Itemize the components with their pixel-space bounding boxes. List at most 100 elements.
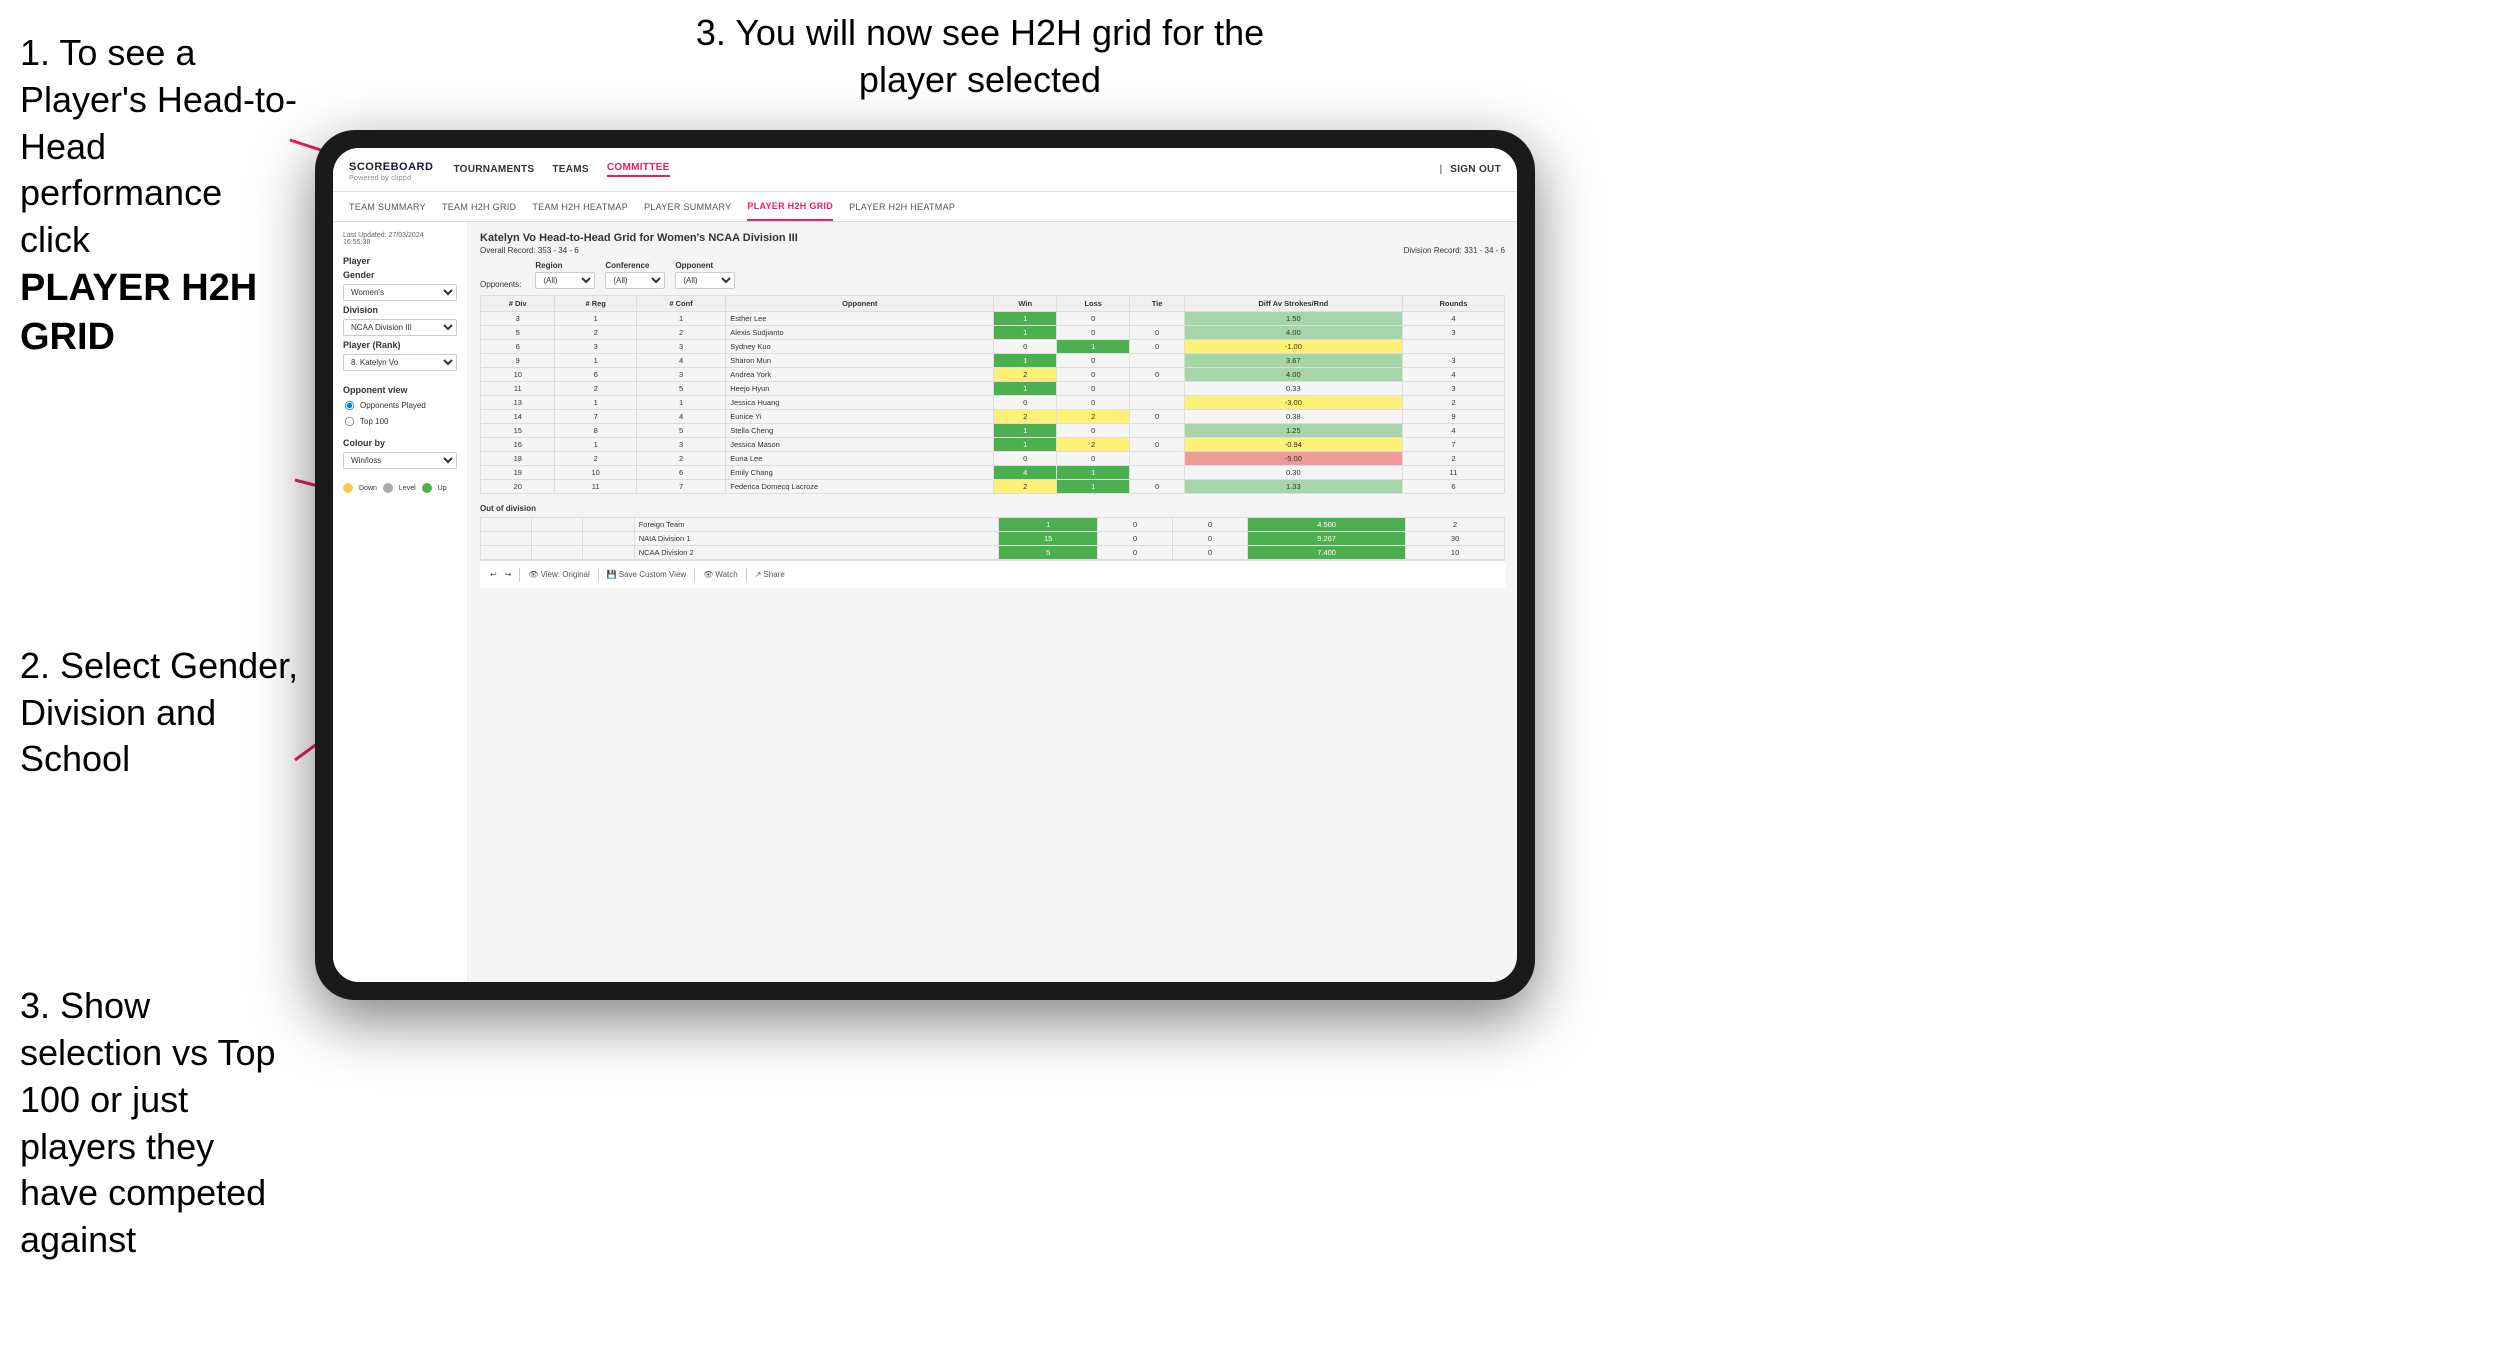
table-cell: 1 — [555, 438, 636, 452]
subnav-player-h2h-grid[interactable]: PLAYER H2H GRID — [747, 192, 833, 221]
subnav-player-h2h-heatmap[interactable]: PLAYER H2H HEATMAP — [849, 192, 955, 221]
main-content: Last Updated: 27/03/2024 16:55:38 Player… — [333, 222, 1517, 982]
sidebar-colour-select[interactable]: Win/loss — [343, 452, 457, 469]
filter-opponent-select[interactable]: (All) — [675, 272, 735, 289]
radio-top-100: Top 100 — [343, 415, 457, 428]
table-cell: 1 — [1057, 480, 1130, 494]
sidebar-gender-label: Gender — [343, 270, 457, 280]
ood-table-cell: 1 — [999, 518, 1098, 532]
watch-btn[interactable]: 👁 Watch — [703, 570, 738, 579]
table-cell: 0 — [1057, 382, 1130, 396]
table-cell: Alexis Sudjianto — [726, 326, 994, 340]
out-of-division-table: Foreign Team1004.5002NAIA Division 11500… — [480, 517, 1505, 560]
table-row: 1063Andrea York2004.004 — [481, 368, 1505, 382]
watch-label: Watch — [715, 570, 737, 579]
sidebar-division-select[interactable]: NCAA Division III — [343, 319, 457, 336]
save-custom-btn[interactable]: 💾 Save Custom View — [607, 570, 686, 579]
filter-row: Opponents: Region (All) Conference (All) — [480, 261, 1505, 289]
th-loss: Loss — [1057, 296, 1130, 312]
table-cell: 0.33 — [1184, 382, 1402, 396]
sidebar-gender-select[interactable]: Women's — [343, 284, 457, 301]
logo-text: SCOREBOARD — [349, 161, 433, 173]
table-cell: 8 — [555, 424, 636, 438]
save-icon: 💾 — [607, 570, 617, 579]
table-row: 1474Eunice Yi2200.389 — [481, 410, 1505, 424]
table-cell: 0.38 — [1184, 410, 1402, 424]
subnav-team-h2h-heatmap[interactable]: TEAM H2H HEATMAP — [532, 192, 628, 221]
filter-region-select[interactable]: (All) — [535, 272, 595, 289]
table-cell: 0 — [994, 396, 1057, 410]
table-cell: 3 — [481, 312, 555, 326]
undo-btn[interactable]: ↩ — [490, 570, 497, 579]
table-cell: -0.94 — [1184, 438, 1402, 452]
table-cell: 3 — [636, 368, 725, 382]
radio-top-100-input[interactable] — [345, 417, 354, 426]
ood-table-cell: 0 — [1173, 532, 1248, 546]
logo-sub: Powered by clippd — [349, 175, 433, 182]
table-cell: 4 — [636, 354, 725, 368]
sidebar-player-rank-label: Player (Rank) — [343, 340, 457, 350]
ood-table-row: Foreign Team1004.5002 — [481, 518, 1505, 532]
table-cell: 3 — [636, 438, 725, 452]
table-cell — [1130, 466, 1184, 480]
ood-table-cell: 0 — [1098, 532, 1173, 546]
table-cell: 16 — [481, 438, 555, 452]
th-conf: # Conf — [636, 296, 725, 312]
table-cell: 4 — [994, 466, 1057, 480]
nav-tournaments[interactable]: TOURNAMENTS — [453, 164, 534, 175]
sign-out-link[interactable]: Sign out — [1450, 164, 1501, 175]
table-cell: 3 — [1402, 354, 1504, 368]
table-row: 311Esther Lee101.504 — [481, 312, 1505, 326]
grid-title: Katelyn Vo Head-to-Head Grid for Women's… — [480, 232, 1505, 244]
app-header: SCOREBOARD Powered by clippd TOURNAMENTS… — [333, 148, 1517, 192]
grid-area: Katelyn Vo Head-to-Head Grid for Women's… — [468, 222, 1517, 982]
filter-conference-select[interactable]: (All) — [605, 272, 665, 289]
sub-nav: TEAM SUMMARY TEAM H2H GRID TEAM H2H HEAT… — [333, 192, 1517, 222]
table-cell: 6 — [636, 466, 725, 480]
table-cell: 2 — [636, 452, 725, 466]
sidebar-timestamp: Last Updated: 27/03/2024 16:55:38 — [343, 232, 457, 246]
ood-table-cell — [532, 546, 583, 560]
redo-btn[interactable]: ↪ — [505, 570, 512, 579]
subnav-team-summary[interactable]: TEAM SUMMARY — [349, 192, 426, 221]
ood-table-cell: 30 — [1406, 532, 1505, 546]
nav-committee[interactable]: COMMITTEE — [607, 162, 670, 177]
sidebar-player-label: Player — [343, 256, 457, 266]
table-cell: Eunice Yi — [726, 410, 994, 424]
nav-teams[interactable]: TEAMS — [552, 164, 589, 175]
ood-table-cell: 0 — [1098, 546, 1173, 560]
table-cell: 5 — [636, 382, 725, 396]
out-of-division: Out of division Foreign Team1004.5002NAI… — [480, 504, 1505, 560]
table-cell: 0 — [994, 452, 1057, 466]
table-cell: 0 — [1130, 326, 1184, 340]
sidebar: Last Updated: 27/03/2024 16:55:38 Player… — [333, 222, 468, 982]
share-btn[interactable]: ↗ Share — [755, 570, 785, 579]
ood-table-cell — [532, 532, 583, 546]
table-cell: 2 — [555, 382, 636, 396]
instruction-step3-right: 3. You will now see H2H grid for the pla… — [680, 10, 1280, 104]
ood-table-cell: 7.400 — [1248, 546, 1406, 560]
sidebar-player-rank-select[interactable]: 8. Katelyn Vo — [343, 354, 457, 371]
table-cell: Euna Lee — [726, 452, 994, 466]
ood-table-cell: 0 — [1173, 518, 1248, 532]
view-original-btn[interactable]: 👁 View: Original — [528, 570, 589, 579]
ood-table-cell — [481, 532, 532, 546]
th-tie: Tie — [1130, 296, 1184, 312]
instruction-step2: 2. Select Gender, Division and School — [20, 643, 300, 783]
subnav-team-h2h-grid[interactable]: TEAM H2H GRID — [442, 192, 516, 221]
table-cell: 2 — [1057, 438, 1130, 452]
ood-table-cell: 15 — [999, 532, 1098, 546]
header-right: | Sign out — [1440, 164, 1501, 175]
table-cell: 13 — [481, 396, 555, 410]
legend-down: Down — [359, 485, 377, 492]
table-cell — [1402, 340, 1504, 354]
share-label: Share — [763, 570, 784, 579]
table-cell: 11 — [1402, 466, 1504, 480]
table-cell: 4 — [636, 410, 725, 424]
radio-opponents-played-input[interactable] — [345, 401, 354, 410]
ood-table-cell — [532, 518, 583, 532]
subnav-player-summary[interactable]: PLAYER SUMMARY — [644, 192, 731, 221]
table-row: 633Sydney Kuo010-1.00 — [481, 340, 1505, 354]
tablet-screen: SCOREBOARD Powered by clippd TOURNAMENTS… — [333, 148, 1517, 982]
table-cell: 19 — [481, 466, 555, 480]
